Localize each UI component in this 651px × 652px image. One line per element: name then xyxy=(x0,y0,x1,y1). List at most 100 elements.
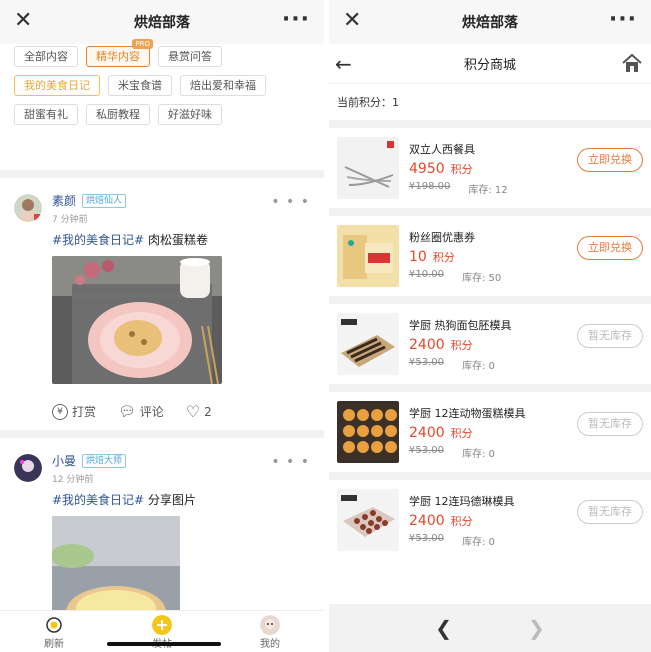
tab-me-label: 我的 xyxy=(260,639,280,650)
more-icon[interactable]: • • • xyxy=(271,454,310,470)
product-item[interactable]: 双立人西餐具 4950 积分 ¥198.00 库存: 12 立即兑换 xyxy=(329,120,651,208)
product-item[interactable]: 学厨 12连玛德琳模具 2400 积分 ¥53.00 库存: 0 暂无库存 xyxy=(329,472,651,560)
bottom-tab-bar: 刷新 发帖 我的 xyxy=(0,610,324,652)
home-indicator xyxy=(107,642,221,646)
comment-label: 评论 xyxy=(139,405,164,419)
out-of-stock-button[interactable]: 暂无库存 xyxy=(577,412,643,436)
divider xyxy=(0,170,324,178)
tab-me[interactable]: 我的 xyxy=(260,615,280,650)
level-badge: 烘焙大师 xyxy=(82,453,127,468)
heart-icon: ♡ xyxy=(185,402,201,421)
tag-my-diary[interactable]: 我的美食日记 xyxy=(14,75,100,96)
post[interactable]: 素颜 烘焙仙人 7 分钟前 • • • #我的美食日记# 肉松蛋糕卷 ¥ 打赏 … xyxy=(0,178,324,430)
author-name[interactable]: 小曼 xyxy=(52,452,76,469)
product-item[interactable]: 学厨 12连动物蛋糕模具 2400 积分 ¥53.00 库存: 0 暂无库存 xyxy=(329,384,651,472)
page-title: 烘焙部落 xyxy=(134,15,190,31)
post-title: 肉松蛋糕卷 xyxy=(144,233,208,247)
tab-refresh-label: 刷新 xyxy=(44,639,64,650)
post-photo[interactable] xyxy=(52,256,222,385)
hashtag[interactable]: #我的美食日记# xyxy=(52,233,144,247)
back-arrow-icon[interactable]: ← xyxy=(335,52,352,76)
close-icon[interactable]: ✕ xyxy=(14,8,32,34)
price-unit: 积分 xyxy=(450,514,473,528)
original-price: ¥53.00 xyxy=(409,444,444,456)
out-of-stock-button[interactable]: 暂无库存 xyxy=(577,500,643,524)
product-image xyxy=(337,401,399,463)
title-bar: ✕ 烘焙部落 ··· xyxy=(0,0,324,44)
redeem-button[interactable]: 立即兑换 xyxy=(577,148,643,172)
product-image xyxy=(337,489,399,551)
price-value: 2400 xyxy=(409,512,445,529)
section-title: 积分商城 xyxy=(463,58,516,73)
more-icon[interactable]: ··· xyxy=(609,7,637,32)
price-value: 10 xyxy=(409,248,427,265)
stock: 库存: 0 xyxy=(462,448,495,460)
original-price: ¥53.00 xyxy=(409,532,444,544)
hashtag[interactable]: #我的美食日记# xyxy=(52,493,144,507)
tip-label: 打赏 xyxy=(72,405,97,419)
yen-icon: ¥ xyxy=(52,403,68,420)
product-item[interactable]: 粉丝圈优惠券 10 积分 ¥10.00 库存: 50 立即兑换 xyxy=(329,208,651,296)
more-icon[interactable]: ··· xyxy=(282,7,310,32)
home-icon[interactable] xyxy=(621,52,643,74)
sub-nav: ← 积分商城 xyxy=(329,44,651,84)
tag-featured[interactable]: 精华内容 PRO xyxy=(86,39,153,67)
post-text[interactable]: #我的美食日记# 分享图片 xyxy=(52,491,310,508)
stock: 库存: 12 xyxy=(468,184,508,196)
tag-tasty[interactable]: 好滋好味 xyxy=(158,104,222,125)
more-icon[interactable]: • • • xyxy=(271,194,310,210)
original-price: ¥10.00 xyxy=(409,268,444,280)
avatar[interactable] xyxy=(14,454,42,482)
product-image xyxy=(337,137,399,199)
redeem-button[interactable]: 立即兑换 xyxy=(577,236,643,260)
pro-badge: PRO xyxy=(132,39,153,49)
left-panel: ✕ 烘焙部落 ··· 全部内容 精华内容 PRO 悬赏问答 我的美食日记 米宝食谱… xyxy=(0,0,324,652)
tag-love[interactable]: 焙出爱和幸福 xyxy=(180,75,266,96)
post-time: 12 分钟前 xyxy=(52,475,94,485)
avatar[interactable] xyxy=(14,194,42,222)
refresh-icon xyxy=(46,617,62,633)
plus-icon xyxy=(152,615,172,635)
stock: 库存: 50 xyxy=(462,272,502,284)
tab-refresh[interactable]: 刷新 xyxy=(44,615,64,650)
price-unit: 积分 xyxy=(450,426,473,440)
page-title: 烘焙部落 xyxy=(462,15,518,31)
original-price: ¥198.00 xyxy=(409,180,451,192)
tag-featured-label: 精华内容 xyxy=(96,50,140,63)
post-actions: ¥ 打赏 💬︎ 评论 ♡ 2 xyxy=(52,402,310,421)
price-unit: 积分 xyxy=(450,162,473,176)
product-item[interactable]: 学厨 热狗面包胚模具 2400 积分 ¥53.00 库存: 0 暂无库存 xyxy=(329,296,651,384)
post-text[interactable]: #我的美食日记# 肉松蛋糕卷 xyxy=(52,231,310,248)
price-unit: 积分 xyxy=(432,250,455,264)
current-points: 当前积分：1 xyxy=(337,96,399,109)
like-button[interactable]: ♡ 2 xyxy=(186,402,212,421)
author-name[interactable]: 素颜 xyxy=(52,192,76,209)
close-icon[interactable]: ✕ xyxy=(343,8,361,34)
stock: 库存: 0 xyxy=(462,536,495,548)
tag-bounty[interactable]: 悬赏问答 xyxy=(158,46,222,67)
comment-button[interactable]: 💬︎ 评论 xyxy=(118,403,164,420)
stock: 库存: 0 xyxy=(462,360,495,372)
original-price: ¥53.00 xyxy=(409,356,444,368)
price-value: 2400 xyxy=(409,336,445,353)
avatar-icon xyxy=(260,615,280,635)
tag-filter: 全部内容 精华内容 PRO 悬赏问答 我的美食日记 米宝食谱 焙出爱和幸福 甜蜜有… xyxy=(0,39,324,170)
chevron-right-icon[interactable]: ❯ xyxy=(528,616,545,640)
price-value: 4950 xyxy=(409,160,445,177)
like-count: 2 xyxy=(204,404,212,419)
tag-tutorial[interactable]: 私厨教程 xyxy=(86,104,150,125)
level-badge: 烘焙仙人 xyxy=(82,193,127,208)
price-value: 2400 xyxy=(409,424,445,441)
tip-button[interactable]: ¥ 打赏 xyxy=(52,403,96,420)
title-bar: ✕ 烘焙部落 ··· xyxy=(329,0,651,44)
post-time: 7 分钟前 xyxy=(52,215,88,225)
product-image xyxy=(337,313,399,375)
divider xyxy=(0,430,324,438)
tag-all[interactable]: 全部内容 xyxy=(14,46,78,67)
comment-icon: 💬︎ xyxy=(118,403,136,420)
browser-nav: ❮ ❯ xyxy=(329,604,651,652)
out-of-stock-button[interactable]: 暂无库存 xyxy=(577,324,643,348)
tag-recipes[interactable]: 米宝食谱 xyxy=(108,75,172,96)
tag-gift[interactable]: 甜蜜有礼 xyxy=(14,104,78,125)
chevron-left-icon[interactable]: ❮ xyxy=(435,616,452,640)
